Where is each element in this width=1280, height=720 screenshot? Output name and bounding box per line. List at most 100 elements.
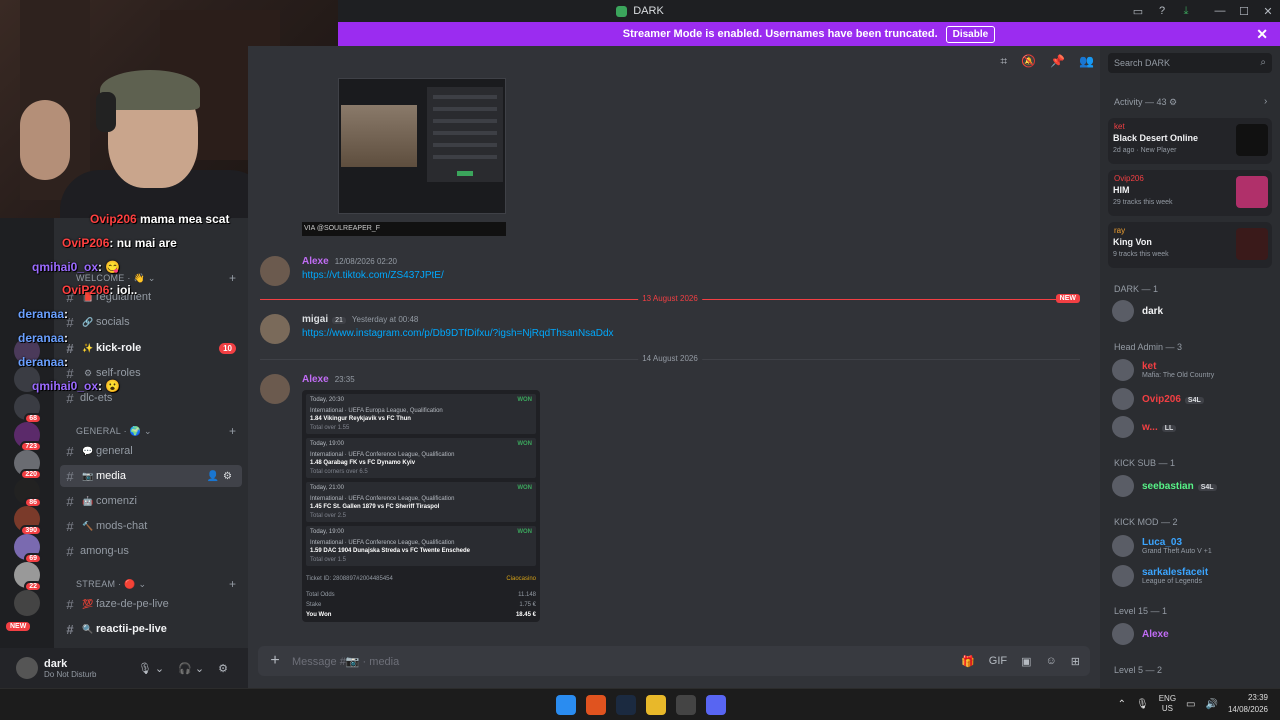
message-author[interactable]: migai [302, 314, 328, 325]
microphone-icon[interactable]: 🎙 ⌄ [138, 662, 164, 675]
member-group-header: KICK SUB — 1 [1114, 458, 1176, 468]
message-author[interactable]: Alexe [302, 374, 329, 385]
pin-icon[interactable]: 📌 [1050, 54, 1065, 69]
mute-bell-icon[interactable]: 🔕 [1021, 54, 1036, 69]
message-link[interactable]: https://vt.tiktok.com/ZS437JPtE/ [302, 270, 444, 281]
server-icon[interactable]: 22 [14, 562, 42, 592]
language-indicator[interactable]: ENG US [1159, 694, 1176, 714]
betslip-image[interactable]: Today, 20:30 WON International · UEFA Eur… [302, 390, 540, 622]
message-time: Yesterday at 00:48 [351, 315, 419, 324]
channel-faze-de-pe-live[interactable]: # 💯 faze-de-pe-live [60, 593, 242, 615]
channel-media[interactable]: # 📷 media 👤⚙ [60, 465, 242, 487]
chat-line: deranaa: [18, 331, 69, 345]
activity-header[interactable]: Activity — 43 ⚙ › [1114, 96, 1267, 108]
album-art [1236, 176, 1268, 208]
bet-entry: Today, 19:00 WON International · UEFA Con… [306, 438, 536, 478]
channel-emoji-icon: 💬 [82, 445, 94, 456]
sticker-icon[interactable]: ▣ [1021, 655, 1031, 668]
member-item[interactable]: sarkalesfaceit League of Legends [1112, 564, 1274, 588]
message-composer[interactable]: + Message #📷 · media 🎁 GIF ▣ ☺ ⊞ [258, 646, 1090, 676]
search-input[interactable]: Search DARK ⌕ [1108, 53, 1272, 73]
chat-line: Ovip206 mama mea scat [90, 212, 230, 226]
gif-icon[interactable]: GIF [989, 655, 1007, 668]
avatar[interactable] [260, 314, 290, 344]
chat-line: deranaa: [18, 307, 69, 321]
avatar[interactable] [16, 657, 38, 679]
embedded-image[interactable] [338, 78, 506, 214]
gift-icon[interactable]: 🎁 [961, 655, 975, 668]
avatar[interactable] [260, 374, 290, 404]
member-list-icon[interactable]: 👥 [1079, 54, 1094, 69]
member-item[interactable]: Luca_03 Grand Theft Auto V +1 [1112, 534, 1274, 558]
file-explorer-icon[interactable] [646, 695, 666, 715]
avatar[interactable] [260, 256, 290, 286]
member-item[interactable]: seebastian S4L [1112, 474, 1274, 498]
tray-chevron-icon[interactable]: ⌃ [1118, 699, 1126, 710]
activity-card[interactable]: Ovip206 HIM 29 tracks this week [1108, 170, 1272, 216]
streamer-mode-banner: Streamer Mode is enabled. Usernames have… [338, 22, 1280, 46]
member-item[interactable]: Ovip206 S4L [1112, 387, 1274, 411]
member-sidebar: Search DARK ⌕ Activity — 43 ⚙ › ket Black … [1100, 46, 1280, 688]
member-item[interactable]: Alexe [1112, 622, 1274, 646]
message-input[interactable]: Message #📷 · media [292, 655, 399, 668]
embed-caption: VIA @SOULREAPER_F [302, 222, 506, 236]
member-item[interactable]: ket Mafia: The Old Country [1112, 358, 1274, 382]
channel-among-us[interactable]: # among-us [60, 540, 242, 562]
category-general[interactable]: GENERAL · 🌍 ⌄ [76, 426, 152, 437]
member-item[interactable]: dark [1112, 299, 1274, 323]
apps-icon[interactable]: ⊞ [1071, 655, 1080, 668]
hash-icon: # [66, 518, 74, 534]
start-icon[interactable] [556, 695, 576, 715]
disable-streamer-mode-button[interactable]: Disable [945, 25, 996, 43]
brave-browser-icon[interactable] [586, 695, 606, 715]
channel-mods-chat[interactable]: # 🔨 mods-chat [60, 515, 242, 537]
chevron-right-icon[interactable]: › [1264, 96, 1267, 107]
volume-icon[interactable]: 🔊 [1206, 699, 1218, 710]
avatar [1112, 416, 1134, 438]
minimize-button[interactable]: — [1208, 5, 1232, 17]
channel-reactii-pe-live[interactable]: # 🔍 reactii-pe-live [60, 618, 242, 640]
attach-plus-icon[interactable]: + [258, 652, 292, 670]
app-icon[interactable] [676, 695, 696, 715]
user-settings-gear-icon[interactable]: ⚙ [218, 662, 228, 675]
server-icon[interactable]: 69 [14, 534, 42, 564]
windows-taskbar: ⌃ 🎙 ENG US ▭ 🔊 23:39 14/08/2026 [0, 688, 1280, 720]
category-stream[interactable]: STREAM · 🔴 ⌄ [76, 579, 146, 590]
download-icon[interactable]: ⤓ [1174, 5, 1198, 18]
server-icon[interactable]: 220 [14, 450, 42, 480]
maximize-button[interactable]: ☐ [1232, 5, 1256, 18]
member-item[interactable]: w... LL [1112, 415, 1274, 439]
help-icon[interactable]: ? [1150, 5, 1174, 17]
avatar [1112, 359, 1134, 381]
threads-icon[interactable]: ⌗ [1000, 54, 1007, 69]
server-icon[interactable]: 68 [14, 394, 42, 424]
channel-comenzi[interactable]: # 🤖 comenzi [60, 490, 242, 512]
message-link[interactable]: https://www.instagram.com/p/Db9DTfDifxu/… [302, 328, 614, 339]
inbox-icon[interactable]: ▭ [1126, 5, 1150, 18]
network-icon[interactable]: ▭ [1186, 699, 1195, 710]
server-icon[interactable]: 390 [14, 506, 42, 536]
server-icon[interactable]: 723 [14, 422, 42, 452]
close-banner-icon[interactable]: ✕ [1256, 26, 1268, 43]
hash-icon: # [66, 468, 74, 484]
server-icon[interactable]: 86 [14, 478, 42, 508]
hash-icon: # [66, 493, 74, 509]
clock[interactable]: 23:39 14/08/2026 [1228, 692, 1268, 716]
emoji-icon[interactable]: ☺ [1046, 655, 1057, 668]
add-channel-icon[interactable]: + [229, 424, 236, 438]
discord-icon[interactable] [706, 695, 726, 715]
steam-icon[interactable] [616, 695, 636, 715]
headphones-icon[interactable]: 🎧 ⌄ [178, 662, 204, 675]
activity-card[interactable]: ray King Von 9 tracks this week [1108, 222, 1272, 268]
close-window-button[interactable]: ✕ [1256, 5, 1280, 18]
tray-mic-icon[interactable]: 🎙 [1136, 699, 1149, 710]
avatar [1112, 475, 1134, 497]
add-channel-icon[interactable]: + [229, 577, 236, 591]
message-author[interactable]: Alexe [302, 256, 329, 267]
activity-card[interactable]: ket Black Desert Online 2d ago · New Pla… [1108, 118, 1272, 164]
chat-line: qmihai0_ox: 😋 [32, 260, 121, 274]
channel-settings-icon[interactable]: 👤⚙ [207, 471, 236, 482]
server-icon[interactable] [14, 590, 40, 616]
channel-general[interactable]: # 💬 general [60, 440, 242, 462]
bet-entry: Today, 20:30 WON International · UEFA Eur… [306, 394, 536, 434]
